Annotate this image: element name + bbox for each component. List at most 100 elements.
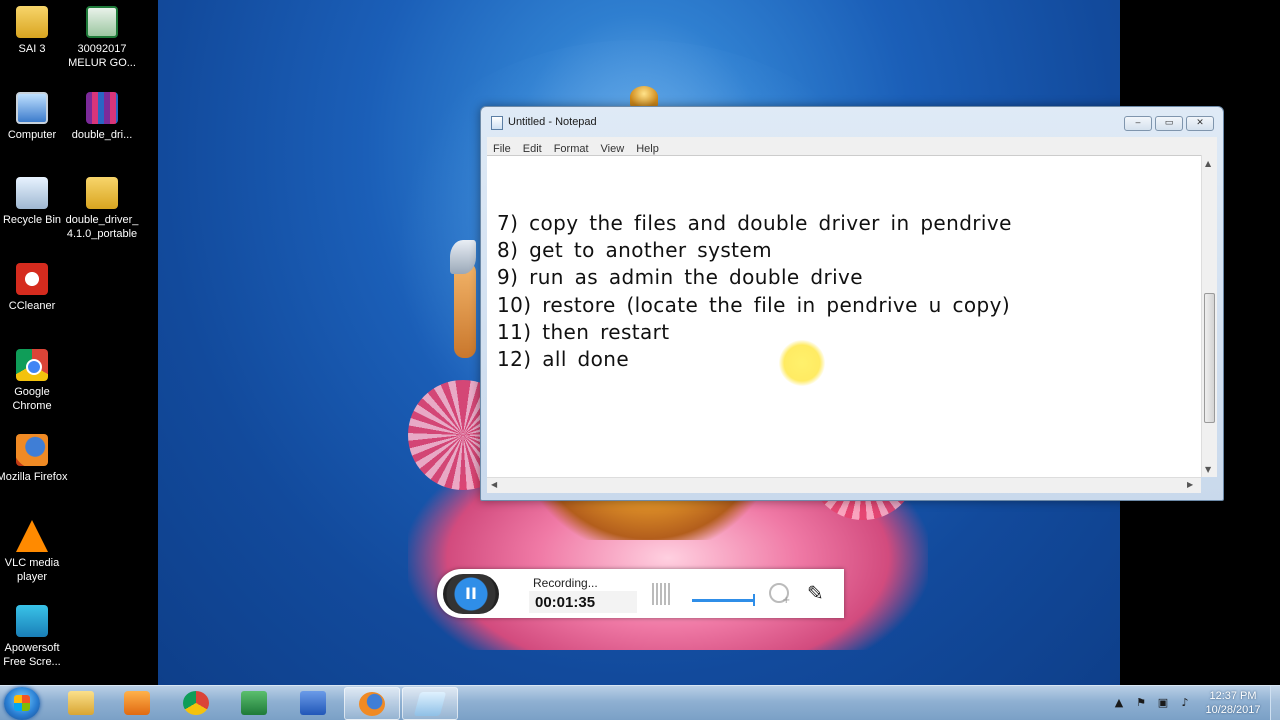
winrar-archive-icon [86,92,118,124]
desktop-icon-melur-excel[interactable]: 30092017 MELUR GO... [64,6,140,70]
network-icon[interactable]: ▣ [1156,696,1170,710]
ccleaner-icon [16,263,48,295]
menu-view[interactable]: View [595,141,631,155]
desktop-icon-apowersoft[interactable]: Apowersoft Free Scre... [0,605,70,669]
firefox-icon [16,434,48,466]
text-line: 7) copy the files and double driver in p… [497,211,1012,235]
recycle-bin-icon [16,177,48,209]
wallpaper-axe [450,240,476,274]
desktop-icon-label: 30092017 MELUR GO... [68,43,136,69]
volume-icon[interactable]: ♪ [1178,696,1192,710]
menu-help[interactable]: Help [630,141,665,155]
taskbar-microsoft-excel[interactable] [227,687,283,720]
pen-icon[interactable]: ✎ [807,582,829,604]
desktop-icon-label: Mozilla Firefox [0,471,68,483]
desktop-icon-label: SAI 3 [18,43,46,55]
desktop-icon-sai3[interactable]: SAI 3 [0,6,70,56]
start-button[interactable] [4,687,40,720]
menu-edit[interactable]: Edit [517,141,548,155]
desktop-icon-label: Apowersoft Free Scre... [3,642,61,668]
taskbar-microsoft-word[interactable] [286,687,342,720]
desktop-icon-label: CCleaner [8,300,56,312]
scroll-left-icon[interactable]: ◀ [491,480,497,489]
desktop-icon-ccleaner[interactable]: CCleaner [0,263,70,313]
taskbar-clock[interactable]: 12:37 PM 10/28/2017 [1196,689,1270,717]
add-icon: + [782,595,791,606]
chrome-icon [183,691,209,715]
action-center-flag-icon[interactable]: ⚑ [1134,696,1148,710]
text-line: 8) get to another system [497,238,772,263]
system-tray: ▲ ⚑ ▣ ♪ [1108,686,1196,720]
desktop-icon-recycle-bin[interactable]: Recycle Bin [0,177,70,227]
menu-bar: File Edit Format View Help [487,137,1217,155]
computer-icon [16,92,48,124]
folder-icon [16,6,48,38]
desktop-icon-chrome[interactable]: Google Chrome [0,349,70,413]
folder-icon [86,177,118,209]
recording-status: Recording... [533,576,598,590]
clock-date: 10/28/2017 [1205,704,1261,716]
notepad-titlebar[interactable]: Untitled - Notepad ‒ ▭ ✕ [481,107,1223,137]
scroll-up-icon[interactable]: ▲ [1205,159,1211,168]
screen-recorder-toolbar: II Recording... 00:01:35 + ✎ [437,569,844,618]
menu-file[interactable]: File [487,141,517,155]
taskbar-google-chrome[interactable] [169,687,225,720]
word-icon [300,691,326,715]
desktop-icon-label: Google Chrome [12,386,52,412]
desktop-icon-label: VLC media player [4,557,60,583]
show-hidden-icons-icon[interactable]: ▲ [1112,696,1126,710]
notepad-icon [491,116,503,130]
desktop-icon-double-driver-folder[interactable]: double_driver_4.1.0_portable [64,177,140,241]
desktop-icon-label: double_dri... [71,129,133,141]
apowersoft-icon [16,605,48,637]
scroll-down-icon[interactable]: ▼ [1205,465,1211,474]
wallpaper-crown [630,86,658,108]
excel-file-icon [86,6,118,38]
desktop-icon-vlc[interactable]: VLC media player [0,520,70,584]
text-line: 10) restore (locate the file in pendrive… [497,292,1011,317]
taskbar: ▲ ⚑ ▣ ♪ 12:37 PM 10/28/2017 [0,685,1280,720]
taskbar-windows-explorer[interactable] [54,687,110,720]
close-button[interactable]: ✕ [1186,116,1214,131]
excel-icon [241,691,267,715]
media-player-icon [124,691,150,715]
notepad-window[interactable]: Untitled - Notepad ‒ ▭ ✕ File Edit Format V… [480,106,1224,501]
taskbar-mozilla-firefox[interactable] [344,687,400,720]
folder-icon [68,691,94,715]
desktop-icon-label: Recycle Bin [2,214,62,226]
clock-time: 12:37 PM [1209,690,1257,702]
taskbar-windows-media-player[interactable] [110,687,166,720]
desktop-icon-label: Computer [7,129,57,141]
editor-text: 7) copy the files and double driver in p… [497,210,1012,373]
maximize-button[interactable]: ▭ [1155,116,1183,131]
pause-recording-button[interactable]: II [443,574,499,614]
vlc-icon [16,520,48,552]
chrome-icon [16,349,48,381]
elapsed-time: 00:01:35 [535,594,596,611]
window-title: Untitled - Notepad [508,116,597,128]
volume-slider[interactable] [692,599,754,602]
cursor-highlight [779,340,825,386]
windows-logo-icon [14,695,30,711]
horizontal-scrollbar[interactable]: ◀ ▶ [487,477,1201,493]
drag-handle[interactable] [652,583,670,605]
menu-format[interactable]: Format [548,141,595,155]
firefox-icon [359,692,385,716]
volume-slider-handle[interactable] [753,594,755,606]
vertical-scrollbar[interactable]: ▲ ▼ [1201,155,1217,477]
text-line: 11) then restart [497,319,670,344]
desktop-icon-double-driver-archive[interactable]: double_dri... [64,92,140,142]
text-editor-area[interactable]: 7) copy the files and double driver in p… [487,155,1201,485]
desktop-icon-firefox[interactable]: Mozilla Firefox [0,434,70,484]
text-line: 12) all done [497,347,630,372]
text-line: 9) run as admin the double drive [497,265,863,290]
desktop-icon-computer[interactable]: Computer [0,92,70,142]
scroll-right-icon[interactable]: ▶ [1187,480,1193,489]
taskbar-notepad[interactable] [402,687,458,720]
show-desktop-button[interactable] [1270,686,1280,720]
recording-timer: 00:01:35 [529,591,637,613]
minimize-button[interactable]: ‒ [1124,116,1152,131]
vertical-scroll-thumb[interactable] [1204,293,1215,423]
wallpaper-arm [454,262,476,358]
pause-icon: II [465,584,477,603]
